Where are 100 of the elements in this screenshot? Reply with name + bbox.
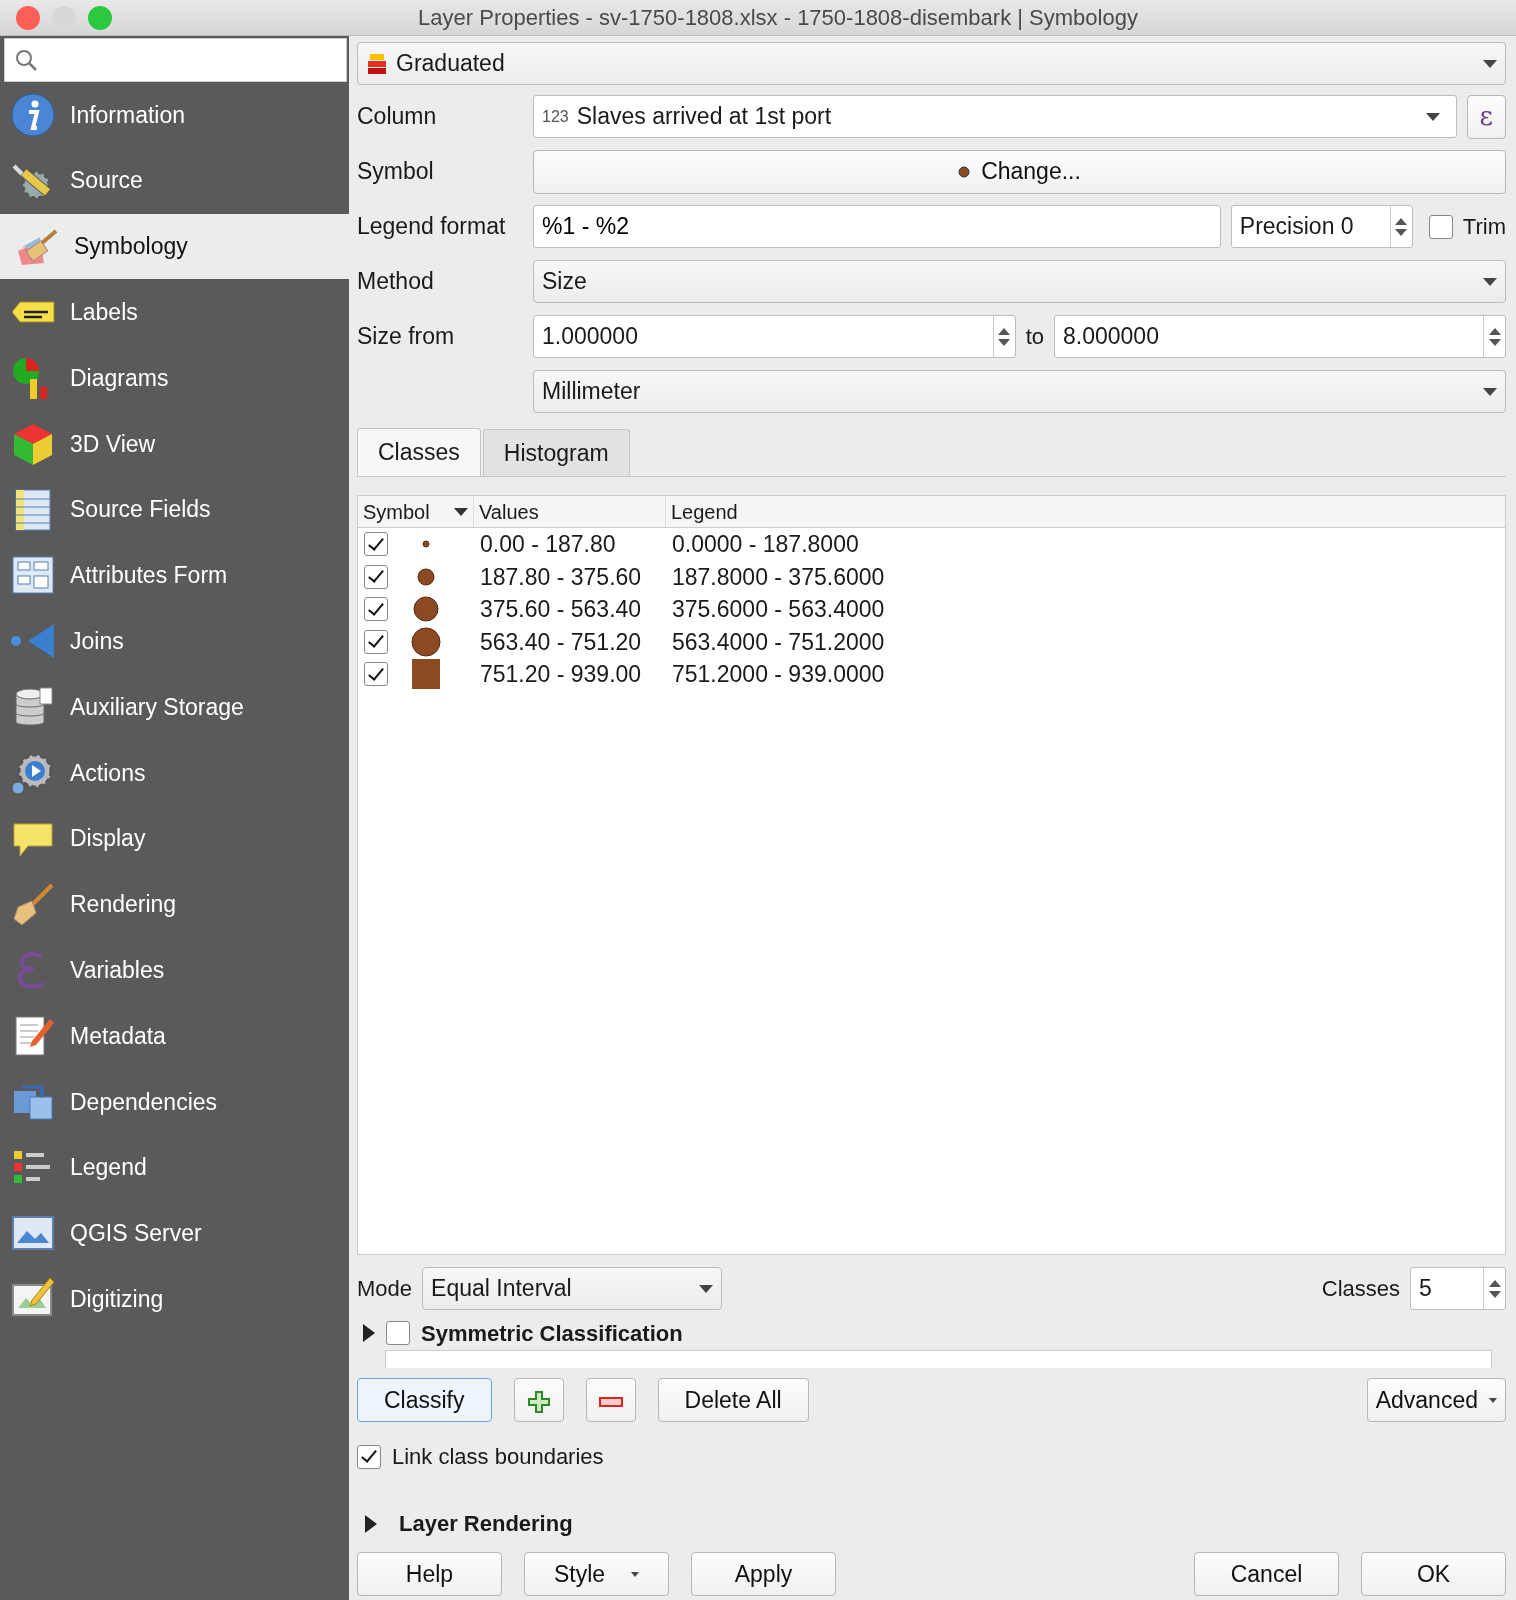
unit-dropdown[interactable]: Millimeter <box>533 370 1506 413</box>
trim-checkbox[interactable] <box>1428 214 1453 239</box>
sidebar-item[interactable]: Source Fields <box>0 476 349 543</box>
change-symbol-button[interactable]: Change... <box>533 149 1506 194</box>
table-cell-text: 0.00 - 187.80 <box>479 530 617 559</box>
add-class-button[interactable] <box>513 1378 564 1422</box>
sidebar-item[interactable]: Diagrams <box>0 345 349 411</box>
column-header[interactable]: Symbol <box>358 496 474 527</box>
sidebar-item[interactable]: Information <box>0 82 349 148</box>
checkbox[interactable] <box>364 597 388 622</box>
advanced-button[interactable]: Advanced <box>1366 1378 1506 1422</box>
sidebar-item[interactable]: QGIS Server <box>0 1200 349 1267</box>
field-label: Classes <box>1321 1275 1400 1303</box>
sidebar-item[interactable]: Auxiliary Storage <box>0 674 349 740</box>
sidebar-item[interactable]: 3D View <box>0 411 349 477</box>
tab[interactable]: Histogram <box>482 428 630 476</box>
checkbox[interactable] <box>364 662 388 687</box>
table-cell-text: 375.60 - 563.40 <box>479 595 643 624</box>
column-header[interactable]: Legend <box>666 496 1505 527</box>
renderer-dropdown[interactable]: Graduated <box>357 42 1506 85</box>
sidebar-item[interactable]: Source <box>0 147 349 214</box>
style-button[interactable]: Style <box>524 1552 669 1596</box>
field-label: Symbol <box>357 157 435 187</box>
sidebar-item[interactable]: Dependencies <box>0 1068 349 1135</box>
sidebar-item[interactable]: Rendering <box>0 871 349 938</box>
expand-arrow-icon[interactable] <box>365 1514 377 1533</box>
size-from-spinbox[interactable]: 1.000000 <box>533 315 1016 358</box>
sidebar-item[interactable]: Legend <box>0 1134 349 1201</box>
classes-spinbox[interactable]: 5 <box>1410 1267 1506 1310</box>
table-cell-text: 563.40 - 751.20 <box>479 627 643 657</box>
method-dropdown[interactable]: Size <box>533 260 1506 303</box>
ok-button[interactable]: OK <box>1361 1552 1506 1596</box>
sidebar-item[interactable]: Metadata <box>0 1003 349 1069</box>
table-cell-text: 187.80 - 375.60 <box>479 562 643 592</box>
checkbox[interactable] <box>386 1321 410 1345</box>
checkbox[interactable] <box>364 629 388 654</box>
table-cell-text: 0.0000 - 187.8000 <box>671 530 859 559</box>
checkbox-label: Trim <box>1462 213 1506 241</box>
field-label: Size from <box>357 322 456 352</box>
mode-dropdown[interactable]: Equal Interval <box>422 1267 723 1310</box>
table-cell-text: 751.2000 - 939.0000 <box>671 660 885 689</box>
classify-button[interactable]: Classify <box>357 1378 492 1422</box>
caret-icon <box>1425 112 1440 121</box>
field-label: Method <box>357 267 435 297</box>
cancel-button[interactable]: Cancel <box>1194 1552 1339 1596</box>
field-label: Legend format <box>357 212 507 242</box>
table-cell-text: 751.20 - 939.00 <box>479 660 643 689</box>
brush-icon <box>10 881 56 928</box>
caret-icon <box>1489 1397 1497 1403</box>
sidebar-item[interactable]: Actions <box>0 739 349 806</box>
section-label: Layer Rendering <box>399 1510 573 1538</box>
help-button[interactable]: Help <box>357 1552 502 1596</box>
sidebar-item[interactable]: Display <box>0 805 349 872</box>
checkbox[interactable] <box>364 564 388 589</box>
square-symbol-icon <box>412 659 440 690</box>
caret-icon <box>454 507 468 516</box>
caret-icon <box>1483 277 1497 286</box>
circle-symbol-icon <box>417 567 435 586</box>
section-label: Symmetric Classification <box>421 1319 683 1348</box>
sidebar-item[interactable]: Variables <box>0 937 349 1004</box>
search-field[interactable] <box>4 38 347 82</box>
plus-icon <box>526 1389 551 1414</box>
classes-table[interactable]: Symbol Values Legend 0.00 - 187.80 0.0000 - 187.8000 187.80 - 375.60 187.8000 - 375.6000 375.60 - 563.40 375.6000 - 563.4000 563.40 - 751.20 563.4000 - 751.2000 751.20 - 939.00 751.2000 - 939.0000 <box>357 495 1506 1255</box>
sidebar-item[interactable]: Digitizing <box>0 1266 349 1333</box>
remove-class-button[interactable] <box>585 1378 636 1422</box>
sidebar-item[interactable]: Symbology <box>0 213 349 280</box>
expression-button[interactable]: ε <box>1466 94 1506 139</box>
window-title: Layer Properties - sv-1750-1808.xlsx - 1750-1808-disembark | Symbology <box>418 4 1138 32</box>
checkbox-label: Link class boundaries <box>392 1443 604 1471</box>
checkbox[interactable] <box>357 1444 381 1469</box>
info-icon <box>10 91 56 138</box>
table-cell-text: 563.4000 - 751.2000 <box>671 627 885 657</box>
column-dropdown[interactable]: 123 Slaves arrived at 1st port <box>533 95 1457 138</box>
caret-icon <box>631 1571 640 1577</box>
column-header[interactable]: Values <box>474 496 666 527</box>
tab[interactable]: Classes <box>357 428 481 476</box>
dot-icon <box>958 165 971 178</box>
caret-icon <box>1483 387 1497 396</box>
field-label: Mode <box>357 1275 413 1303</box>
field-type-label: 123 <box>542 106 569 127</box>
caret-icon <box>1483 59 1497 68</box>
delete-all-button[interactable]: Delete All <box>657 1378 809 1422</box>
circle-symbol-icon <box>411 626 441 657</box>
field-label: Column <box>357 102 438 132</box>
graduated-icon <box>366 51 388 76</box>
precision-spinbox[interactable]: Precision 0 <box>1230 205 1413 248</box>
sidebar-item[interactable]: Attributes Form <box>0 542 349 609</box>
sidebar-item[interactable]: Labels <box>0 279 349 346</box>
apply-button[interactable]: Apply <box>691 1552 836 1596</box>
circle-symbol-icon <box>413 596 439 623</box>
size-to-spinbox[interactable]: 8.000000 <box>1054 315 1506 358</box>
caret-icon <box>699 1284 714 1293</box>
field-label: to <box>1025 323 1044 351</box>
legend-format-field[interactable]: %1 - %2 <box>533 205 1221 248</box>
table-cell-text: 187.8000 - 375.6000 <box>671 562 885 592</box>
checkbox[interactable] <box>364 532 388 557</box>
table-cell-text: 375.6000 - 563.4000 <box>671 595 885 624</box>
circle-symbol-icon <box>422 540 430 549</box>
search-icon <box>15 49 37 71</box>
sidebar-item[interactable]: Joins <box>0 608 349 675</box>
